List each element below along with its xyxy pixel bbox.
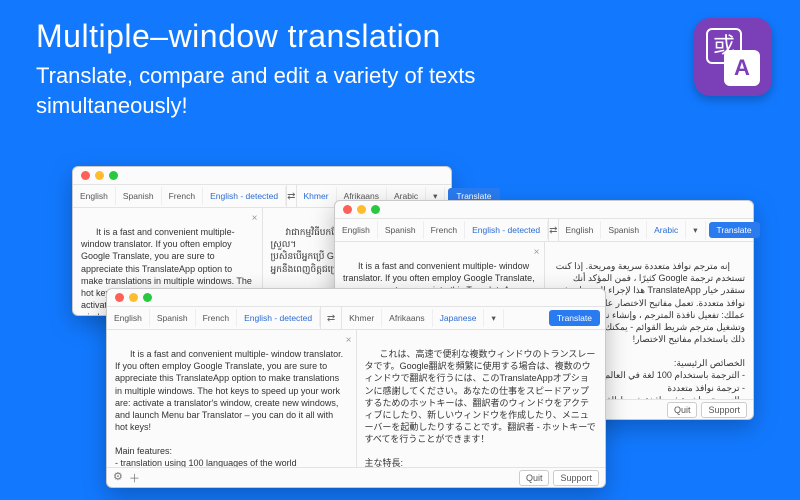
- src-lang-tab[interactable]: English: [107, 309, 150, 327]
- language-bar: English Spanish French English - detecte…: [107, 307, 605, 330]
- zoom-icon[interactable]: [109, 171, 118, 180]
- zoom-icon[interactable]: [143, 293, 152, 302]
- src-lang-tab[interactable]: Spanish: [116, 187, 162, 205]
- translated-text: これは、高速で便利な複数ウィンドウのトランスレータです。Google翻訳を頻繁に…: [365, 349, 596, 467]
- close-icon[interactable]: [115, 293, 124, 302]
- src-lang-tab[interactable]: French: [162, 187, 203, 205]
- titlebar[interactable]: [107, 289, 605, 307]
- source-text: It is a fast and convenient multiple- wi…: [115, 349, 348, 467]
- hero-title: Multiple–window translation: [0, 0, 800, 61]
- tgt-lang-tab[interactable]: Afrikaans: [382, 309, 432, 327]
- support-button[interactable]: Support: [701, 402, 747, 418]
- source-lang-tabs: English Spanish French English - detecte…: [73, 185, 286, 207]
- translator-window-3: English Spanish French English - detecte…: [106, 288, 606, 488]
- src-lang-detected[interactable]: English - detected: [237, 309, 320, 327]
- minimize-icon[interactable]: [357, 205, 366, 214]
- titlebar[interactable]: [335, 201, 753, 219]
- src-lang-detected[interactable]: English - detected: [203, 187, 286, 205]
- new-window-icon[interactable]: ＋: [129, 470, 140, 486]
- quit-button[interactable]: Quit: [519, 470, 550, 486]
- translate-button[interactable]: Translate: [709, 222, 760, 238]
- tgt-lang-tab[interactable]: Khmer: [342, 309, 382, 327]
- src-lang-tab[interactable]: English: [73, 187, 116, 205]
- tgt-lang-more[interactable]: ▾: [686, 221, 705, 240]
- minimize-icon[interactable]: [95, 171, 104, 180]
- src-lang-tab[interactable]: Spanish: [378, 221, 424, 239]
- translate-button[interactable]: Translate: [549, 310, 600, 326]
- swap-languages-icon[interactable]: ⇄: [548, 219, 558, 241]
- language-bar: English Spanish French English - detecte…: [335, 219, 753, 242]
- tgt-lang-tab[interactable]: Arabic: [647, 221, 686, 239]
- tgt-lang-more[interactable]: ▾: [484, 309, 503, 328]
- src-lang-tab[interactable]: Spanish: [150, 309, 196, 327]
- logo-latin-icon: A: [724, 50, 760, 86]
- clear-source-icon[interactable]: ×: [346, 334, 352, 348]
- close-icon[interactable]: [81, 171, 90, 180]
- src-lang-tab[interactable]: French: [196, 309, 237, 327]
- translation-pane[interactable]: これは、高速で便利な複数ウィンドウのトランスレータです。Google翻訳を頻繁に…: [357, 330, 606, 467]
- tgt-lang-tab[interactable]: Japanese: [433, 309, 485, 327]
- swap-languages-icon[interactable]: ⇄: [320, 307, 342, 329]
- source-lang-tabs: English Spanish French English - detecte…: [107, 307, 320, 329]
- settings-gear-icon[interactable]: ⚙: [113, 470, 123, 486]
- source-text-pane[interactable]: It is a fast and convenient multiple- wi…: [107, 330, 357, 467]
- quit-button[interactable]: Quit: [667, 402, 698, 418]
- minimize-icon[interactable]: [129, 293, 138, 302]
- tgt-lang-tab[interactable]: Spanish: [601, 221, 647, 239]
- close-icon[interactable]: [343, 205, 352, 214]
- src-lang-tab[interactable]: French: [424, 221, 465, 239]
- zoom-icon[interactable]: [371, 205, 380, 214]
- titlebar[interactable]: [73, 167, 451, 185]
- target-lang-tabs: Khmer Afrikaans Japanese ▾: [342, 307, 546, 329]
- swap-languages-icon[interactable]: ⇄: [286, 185, 296, 207]
- tgt-lang-tab[interactable]: Khmer: [297, 187, 337, 205]
- support-button[interactable]: Support: [553, 470, 599, 486]
- hero-subtitle: Translate, compare and edit a variety of…: [0, 61, 800, 120]
- src-lang-detected[interactable]: English - detected: [465, 221, 548, 239]
- source-lang-tabs: English Spanish French English - detecte…: [335, 219, 548, 241]
- src-lang-tab[interactable]: English: [335, 221, 378, 239]
- clear-source-icon[interactable]: ×: [252, 212, 258, 226]
- target-lang-tabs: English Spanish Arabic ▾: [559, 219, 706, 241]
- tgt-lang-tab[interactable]: English: [559, 221, 602, 239]
- window-footer: ⚙ ＋ Quit Support: [107, 467, 605, 487]
- clear-source-icon[interactable]: ×: [534, 246, 540, 260]
- app-logo: 或 A: [694, 18, 772, 96]
